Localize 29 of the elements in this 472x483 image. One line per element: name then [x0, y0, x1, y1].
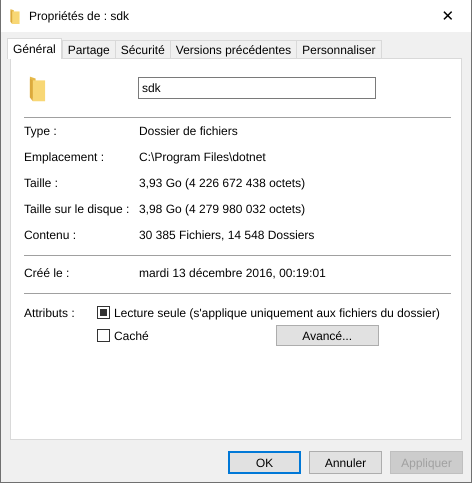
tab[interactable]: Partage [62, 40, 116, 58]
tab[interactable]: Personnaliser [296, 40, 382, 58]
property-label: Taille sur le disque : [24, 202, 130, 216]
property-label: Emplacement : [24, 150, 106, 164]
property-value: Dossier de fichiers [139, 124, 238, 138]
property-label: Créé le : [24, 266, 70, 280]
checkbox[interactable] [97, 306, 110, 319]
property-value: mardi 13 décembre 2016, 00:19:01 [139, 266, 326, 280]
checkbox-label: Lecture seule (s'applique uniquement aux fichiers du dossier) [114, 306, 440, 320]
attributes-label: Attributs : [24, 306, 76, 320]
checkbox-label: Caché [114, 328, 149, 342]
property-value: 3,98 Go (4 279 980 032 octets) [139, 202, 306, 216]
property-label: Contenu : [24, 228, 78, 242]
advanced-button[interactable]: Avancé... [276, 325, 379, 346]
dialog-button[interactable]: OK [228, 451, 301, 474]
tab[interactable]: Versions précédentes [170, 40, 298, 58]
close-button[interactable]: ✕ [425, 0, 471, 32]
dialog-button[interactable]: Annuler [309, 451, 382, 474]
folder-icon [28, 74, 47, 102]
checkbox[interactable] [97, 329, 110, 342]
name-field[interactable]: sdk [138, 76, 376, 98]
property-label: Taille : [24, 176, 60, 190]
folder-icon [9, 8, 21, 24]
window-title: Propriétés de : sdk [29, 9, 130, 23]
property-value: C:\Program Files\dotnet [139, 150, 266, 164]
property-value: 30 385 Fichiers, 14 548 Dossiers [139, 228, 314, 242]
tab[interactable]: Général [7, 38, 62, 59]
property-value: 3,93 Go (4 226 672 438 octets) [139, 176, 306, 190]
property-label: Type : [24, 124, 58, 138]
